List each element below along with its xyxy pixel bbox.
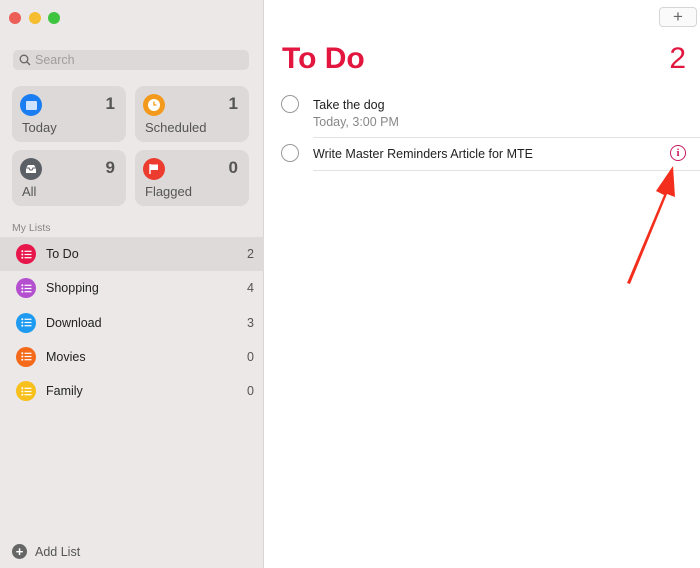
annotation-arrow-icon bbox=[627, 166, 675, 284]
